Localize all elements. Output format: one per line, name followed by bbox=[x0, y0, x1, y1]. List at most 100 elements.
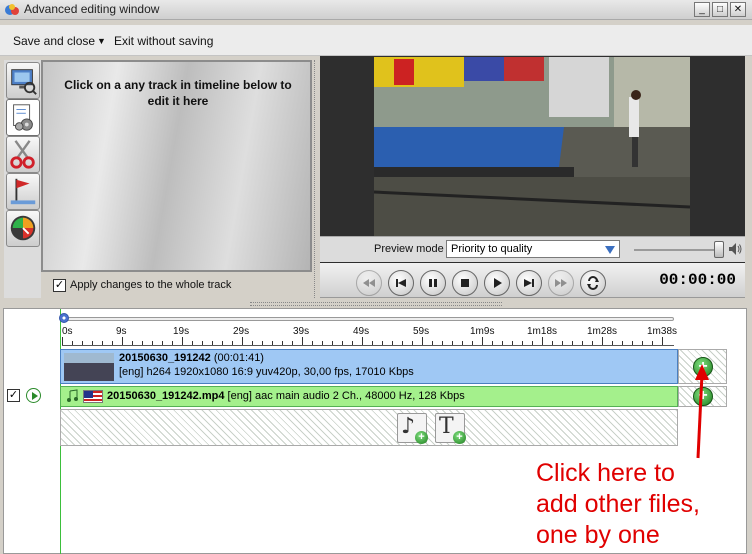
video-track[interactable]: 20150630_191242 (00:01:41) [eng] h264 19… bbox=[60, 349, 678, 384]
next-button[interactable] bbox=[516, 270, 542, 296]
close-icon[interactable]: ✕ bbox=[730, 2, 746, 17]
ruler-tick bbox=[362, 337, 363, 345]
ruler-tick bbox=[82, 341, 83, 345]
preview-mode-label: Preview mode bbox=[374, 243, 444, 255]
skip-previous-icon bbox=[396, 279, 406, 287]
pause-button[interactable] bbox=[420, 270, 446, 296]
preview-mode-value: Priority to quality bbox=[451, 243, 533, 255]
audio-track-checkbox[interactable]: ✓ bbox=[7, 389, 20, 402]
ruler-tick-label: 1m9s bbox=[470, 326, 495, 337]
ruler-tick-label: 1m38s bbox=[647, 326, 678, 337]
ruler-tick bbox=[342, 341, 343, 345]
annotation-line: one by one bbox=[536, 521, 660, 549]
preview-mode-select[interactable]: Priority to quality bbox=[446, 240, 620, 258]
ruler-tick bbox=[532, 341, 533, 345]
transport-bar: 00:00:00 bbox=[320, 263, 745, 298]
ruler-tick bbox=[132, 341, 133, 345]
video-track-duration: (00:01:41) bbox=[213, 352, 264, 364]
timeline-zoom-track[interactable] bbox=[62, 317, 674, 321]
save-and-close-button[interactable]: Save and close bbox=[13, 34, 95, 48]
ruler-tick bbox=[92, 341, 93, 345]
ruler-tick-label: 59s bbox=[413, 326, 430, 337]
ruler-tick bbox=[72, 341, 73, 345]
speaker-icon[interactable] bbox=[727, 241, 743, 257]
ruler-tick bbox=[582, 341, 583, 345]
add-text-track-button[interactable]: T + bbox=[435, 413, 466, 444]
ruler-tick bbox=[142, 341, 143, 345]
ruler-tick bbox=[472, 341, 473, 345]
ruler-tick-label: 9s bbox=[116, 326, 127, 337]
loop-icon bbox=[587, 276, 599, 290]
audio-play-icon[interactable] bbox=[26, 388, 41, 403]
ruler-tick bbox=[252, 341, 253, 345]
ruler-tick bbox=[562, 341, 563, 345]
ruler-tick bbox=[282, 341, 283, 345]
ruler-tick bbox=[512, 341, 513, 345]
ruler-tick-label: 1m28s bbox=[587, 326, 618, 337]
tab-preview[interactable] bbox=[6, 62, 40, 99]
loop-button[interactable] bbox=[580, 270, 606, 296]
ruler-tick bbox=[112, 341, 113, 345]
ruler-tick bbox=[232, 341, 233, 345]
ruler-tick bbox=[352, 341, 353, 345]
maximize-icon[interactable]: □ bbox=[712, 2, 728, 17]
ruler-tick bbox=[62, 337, 63, 345]
ruler-tick bbox=[612, 341, 613, 345]
ruler-tick bbox=[412, 341, 413, 345]
video-track-title: 20150630_191242 (00:01:41) bbox=[119, 352, 264, 364]
ruler-tick bbox=[402, 341, 403, 345]
volume-slider-track[interactable] bbox=[634, 249, 720, 251]
audio-track-text: 20150630_191242.mp4 [eng] aac main audio… bbox=[107, 390, 465, 402]
ruler-tick bbox=[372, 341, 373, 345]
ruler-tick bbox=[442, 341, 443, 345]
ruler-tick bbox=[222, 341, 223, 345]
ruler-tick bbox=[652, 341, 653, 345]
audio-track[interactable]: 20150630_191242.mp4 [eng] aac main audio… bbox=[60, 386, 678, 407]
video-scene-image bbox=[374, 57, 690, 236]
scissors-icon bbox=[10, 140, 35, 169]
ruler-tick bbox=[312, 341, 313, 345]
apply-whole-track-checkbox[interactable]: ✓ bbox=[53, 279, 66, 292]
plus-icon: + bbox=[415, 431, 428, 444]
rewind-button[interactable] bbox=[356, 270, 382, 296]
video-track-name: 20150630_191242 bbox=[119, 352, 211, 364]
previous-button[interactable] bbox=[388, 270, 414, 296]
ruler-tick-label: 19s bbox=[173, 326, 190, 337]
horizontal-splitter[interactable] bbox=[250, 302, 502, 306]
timeline-ruler[interactable]: 0s 9s 19s 29s 39s 49s 59s 1m9s 1m18s 1m28s 1m38s bbox=[62, 326, 678, 346]
skip-next-icon bbox=[524, 279, 534, 287]
tab-chapters[interactable] bbox=[6, 173, 40, 210]
ruler-tick bbox=[172, 341, 173, 345]
ruler-tick bbox=[272, 341, 273, 345]
timecode-display: 00:00:00 bbox=[659, 271, 736, 289]
ruler-tick bbox=[122, 337, 123, 345]
ruler-tick bbox=[572, 341, 573, 345]
pause-icon bbox=[429, 279, 437, 287]
add-audio-track-button[interactable]: ♪ + bbox=[397, 413, 428, 444]
fast-forward-button[interactable] bbox=[548, 270, 574, 296]
empty-track-area: ♪ + T + bbox=[60, 409, 678, 446]
play-button[interactable] bbox=[484, 270, 510, 296]
ruler-tick bbox=[202, 341, 203, 345]
ruler-tick bbox=[162, 341, 163, 345]
dropdown-arrow-icon bbox=[605, 246, 615, 254]
save-dropdown-arrow-icon[interactable]: ▼ bbox=[97, 36, 106, 46]
ruler-tick bbox=[382, 341, 383, 345]
vertical-splitter[interactable] bbox=[314, 60, 318, 298]
timeline-zoom-thumb[interactable] bbox=[59, 313, 69, 323]
tab-cut[interactable] bbox=[6, 136, 40, 173]
tab-settings[interactable] bbox=[6, 99, 40, 136]
ruler-tick bbox=[242, 337, 243, 345]
tab-effects[interactable] bbox=[6, 210, 40, 247]
ruler-tick bbox=[292, 341, 293, 345]
track-edit-panel: Click on a any track in timeline below t… bbox=[41, 60, 312, 272]
annotation-line: add other files, bbox=[536, 490, 700, 518]
minimize-icon[interactable]: _ bbox=[694, 2, 710, 17]
ruler-tick-label: 49s bbox=[353, 326, 370, 337]
exit-without-saving-button[interactable]: Exit without saving bbox=[114, 34, 213, 48]
video-track-info: [eng] h264 1920x1080 16:9 yuv420p, 30,00… bbox=[119, 366, 414, 378]
ruler-tick-label: 1m18s bbox=[527, 326, 558, 337]
app-logo-icon bbox=[5, 4, 19, 15]
stop-button[interactable] bbox=[452, 270, 478, 296]
volume-slider-thumb[interactable] bbox=[714, 241, 724, 258]
